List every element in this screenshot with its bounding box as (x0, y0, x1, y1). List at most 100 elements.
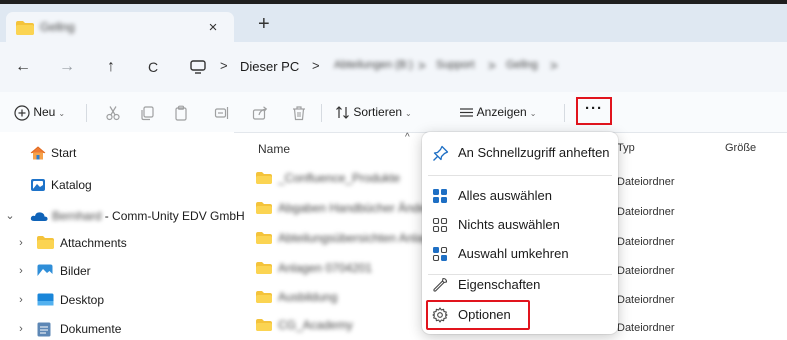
cut-button[interactable] (105, 99, 121, 125)
cloud-icon (30, 212, 48, 221)
menu-item-select-none[interactable]: Nichts auswählen (428, 211, 612, 239)
options-highlight-box (426, 300, 530, 330)
home-icon (30, 146, 46, 160)
more-options-button[interactable]: ··· (576, 97, 612, 125)
sort-button[interactable]: Sortieren ⌄ (335, 99, 412, 125)
menu-item-properties[interactable]: Eigenschaften (428, 271, 612, 299)
divider (321, 104, 322, 122)
chevron-right-icon[interactable]: › (14, 318, 28, 340)
new-label: Neu (33, 105, 56, 119)
copy-button[interactable] (139, 99, 155, 125)
chevron-down-icon: ⌄ (529, 109, 537, 118)
menu-item-select-all[interactable]: Alles auswählen (428, 182, 612, 210)
chevron-down-icon: ⌄ (405, 109, 412, 118)
file-name: _Confluence_Produkte (278, 171, 401, 185)
new-button[interactable]: Neu ⌄ (14, 99, 65, 125)
account-org: - Comm-Unity EDV GmbH (101, 209, 245, 223)
copy-icon (141, 106, 154, 120)
column-header-name[interactable]: Name (258, 142, 290, 156)
menu-label-select-all: Alles auswählen (458, 188, 552, 203)
sidebar-item-onedrive[interactable]: ⌄ Bernhard - Comm-Unity EDV GmbH (0, 205, 244, 227)
column-header-size[interactable]: Größe (725, 142, 756, 154)
breadcrumb-separator: > (550, 58, 558, 73)
chevron-down-icon[interactable]: ⌄ (3, 205, 17, 227)
chevron-down-icon: ⌄ (58, 109, 66, 118)
up-button[interactable]: ↑ (98, 54, 124, 80)
sidebar-item-katalog[interactable]: Katalog (0, 174, 234, 196)
breadcrumb-separator: > (220, 58, 228, 73)
account-name: Bernhard (52, 209, 102, 223)
breadcrumb-abteilungen[interactable]: Abteilungen (B:) (334, 59, 413, 71)
menu-label-select-none: Nichts auswählen (458, 217, 560, 232)
new-tab-button[interactable]: + (258, 14, 270, 34)
file-name: Anlagen 0704201 (278, 261, 373, 275)
scissors-icon (106, 106, 120, 120)
folder-icon (37, 236, 54, 249)
breadcrumb-dieser-pc[interactable]: Dieser PC (240, 59, 299, 74)
paste-button[interactable] (173, 99, 189, 125)
folder-icon (256, 232, 272, 244)
sidebar-label-start: Start (51, 146, 77, 160)
file-name: Ausbildung (278, 290, 338, 304)
rename-button[interactable] (214, 99, 230, 125)
folder-icon (256, 202, 272, 214)
menu-item-invert-selection[interactable]: Auswahl umkehren (428, 240, 612, 268)
select-none-icon (432, 217, 448, 233)
breadcrumb-separator: > (488, 58, 496, 73)
sidebar-item-start[interactable]: Start (0, 142, 234, 164)
sort-ascending-icon: ^ (405, 132, 410, 143)
trash-icon (293, 106, 305, 120)
file-type: Dateiordner (617, 236, 675, 248)
menu-label-invert: Auswahl umkehren (458, 246, 569, 261)
view-button[interactable]: Anzeigen ⌄ (459, 99, 536, 125)
tab-title: Gellng (40, 20, 75, 34)
folder-icon (16, 21, 34, 35)
desktop-icon (37, 293, 54, 306)
sidebar-label-desktop: Desktop (60, 293, 105, 307)
gallery-icon (31, 179, 45, 191)
breadcrumb-separator: > (418, 58, 426, 73)
chevron-right-icon[interactable]: › (14, 232, 28, 254)
sort-label: Sortieren (353, 105, 403, 119)
command-bar: Neu ⌄ Sortieren ⌄ Anzeigen ⌄ ··· (0, 92, 787, 133)
folder-icon (256, 262, 272, 274)
sidebar-item-desktop[interactable]: › Desktop (0, 289, 234, 311)
pictures-icon (37, 264, 53, 278)
documents-icon (37, 322, 51, 337)
sidebar-item-bilder[interactable]: › Bilder (0, 260, 234, 282)
sort-icon (336, 106, 349, 120)
breadcrumb-support[interactable]: Support (436, 59, 475, 71)
clipboard-icon (175, 105, 187, 121)
folder-icon (256, 319, 272, 331)
back-button[interactable]: ← (10, 54, 36, 80)
plus-circle-icon (14, 105, 30, 121)
rename-icon (214, 106, 229, 119)
wrench-icon (433, 277, 448, 292)
view-label: Anzeigen (476, 105, 527, 119)
delete-button[interactable] (291, 99, 307, 125)
navigation-pane: Start Katalog ⌄ Bernhard - Comm-Unity ED… (0, 132, 245, 340)
chevron-right-icon[interactable]: › (14, 289, 28, 311)
menu-item-pin-quick-access[interactable]: An Schnellzugriff anheften (428, 139, 612, 167)
invert-selection-icon (432, 246, 448, 262)
menu-label-pin: An Schnellzugriff anheften (458, 145, 610, 160)
share-icon (252, 106, 268, 120)
sidebar-label-katalog: Katalog (51, 178, 92, 192)
forward-button[interactable]: → (54, 54, 80, 80)
file-name: Abteilungsübersichten Anlagen (278, 231, 443, 245)
close-tab-icon[interactable]: × (202, 17, 224, 39)
chevron-right-icon[interactable]: › (14, 260, 28, 282)
breadcrumb-separator: > (312, 58, 320, 73)
file-name: CG_Academy (278, 318, 353, 332)
sidebar-item-attachments[interactable]: › Attachments (0, 232, 234, 254)
sidebar-item-dokumente[interactable]: › Dokumente (0, 318, 234, 340)
tab-current[interactable]: Gellng × (6, 12, 234, 42)
breadcrumb-current[interactable]: Gellng (506, 59, 538, 71)
breadcrumb: > Dieser PC > Abteilungen (B:) > Support… (190, 50, 787, 84)
sidebar-label-bilder: Bilder (60, 264, 91, 278)
refresh-button[interactable]: C (140, 54, 166, 80)
column-header-type[interactable]: Typ (617, 142, 635, 154)
select-all-icon (433, 189, 447, 203)
sidebar-label-dokumente: Dokumente (60, 322, 122, 336)
share-button[interactable] (252, 99, 268, 125)
